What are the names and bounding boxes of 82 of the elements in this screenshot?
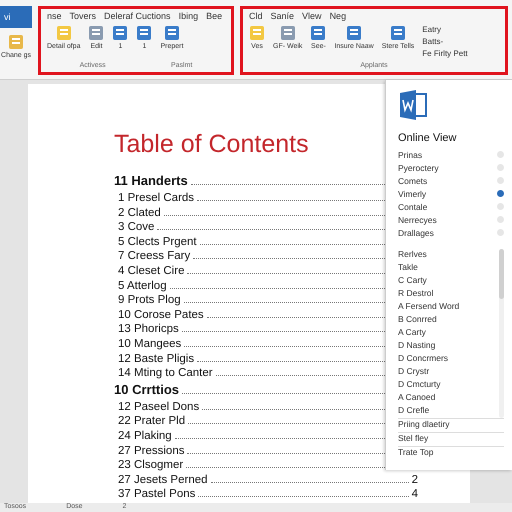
option-label: Contale	[398, 202, 428, 212]
option-label: Comets	[398, 176, 428, 186]
radio-button[interactable]	[497, 151, 504, 158]
toc-entry: 27 Jesets Perned	[118, 474, 208, 486]
document-icon	[310, 25, 326, 41]
ribbon-tab[interactable]: Cld	[249, 11, 263, 21]
toc-entry: 24 Plaking	[118, 430, 172, 442]
document-icon	[88, 25, 104, 41]
toc-entry: 27 Pressions	[118, 444, 184, 456]
list-item[interactable]: A Canoed	[398, 392, 495, 405]
radio-button[interactable]	[497, 216, 504, 223]
toc-entry: 37 Pastel Pons	[118, 488, 196, 500]
toc-entry: 4 Cleset Cire	[118, 264, 184, 277]
option-label: Vimerly	[398, 188, 426, 198]
toc-entry: 14 Mting to Canter	[118, 367, 213, 380]
radio-button[interactable]	[497, 229, 504, 236]
document-icon	[112, 25, 128, 41]
toc-entry: 10 Mangees	[118, 338, 182, 350]
ribbon-item[interactable]: Batts-	[422, 37, 468, 46]
document-icon	[56, 25, 72, 41]
toc-entry: 10 Crrttios	[114, 382, 180, 397]
ribbon-tab[interactable]: Vlew	[302, 11, 322, 21]
list-item[interactable]: Rerlves	[398, 249, 495, 262]
radio-button[interactable]	[497, 190, 504, 197]
list-item[interactable]: D Nasting	[398, 340, 495, 353]
toc-entry: 5 Atterlog	[118, 280, 167, 292]
panel-heading: Online View	[398, 132, 458, 144]
list-item[interactable]: C Carty	[398, 275, 495, 288]
radio-button[interactable]	[497, 177, 504, 184]
toc-entry: 11 Handerts	[114, 173, 188, 188]
page-number: 2	[412, 474, 418, 486]
toc-entry: 3 Cove	[118, 221, 154, 234]
radio-button[interactable]	[497, 203, 504, 210]
toc-entry: 23 Clsogmer	[118, 459, 184, 472]
file-tab[interactable]: vi	[0, 6, 32, 28]
ribbon-tab[interactable]: Saníe	[270, 11, 294, 21]
ribbon-tab[interactable]: Ibing	[178, 11, 198, 21]
toc-entry: 2 Clated	[118, 206, 161, 219]
toc-entry: 10 Corose Pates	[118, 308, 204, 321]
document-title: Table of Contents	[114, 130, 309, 159]
ribbon-tab[interactable]: Neg	[330, 11, 346, 21]
list-item[interactable]: D Concrmers	[398, 353, 495, 366]
document-icon	[280, 25, 296, 41]
page-number: 4	[412, 488, 418, 500]
scrollbar[interactable]	[499, 249, 504, 418]
panel-item[interactable]: Stel fley	[398, 432, 504, 446]
list-item[interactable]: R Destrol	[398, 288, 495, 301]
option-label: Prinas	[398, 150, 422, 160]
word-logo-icon	[398, 90, 428, 120]
toc-entry: 13 Phoricps	[118, 323, 179, 336]
list-item[interactable]: Takle	[398, 262, 495, 275]
ribbon-tab[interactable]: Bee	[206, 11, 222, 21]
ribbon-tab[interactable]: Tovers	[70, 11, 96, 21]
document-icon	[164, 25, 180, 41]
list-item[interactable]: D Crystr	[398, 366, 495, 379]
list-item[interactable]: A Carty	[398, 327, 495, 340]
ribbon-item[interactable]: Eatry	[422, 25, 468, 34]
document-icon	[249, 25, 265, 41]
ribbon-tab[interactable]: Deleraf Cuctions	[104, 11, 171, 21]
document-icon	[390, 25, 406, 41]
panel-item[interactable]: Priing dlaetiry	[398, 418, 504, 432]
option-label: Drallages	[398, 228, 434, 238]
toc-entry: 1 Presel Cards	[118, 192, 194, 204]
toc-entry: 9 Prots Plog	[118, 294, 181, 306]
toc-entry: 7 Creess Fary	[118, 250, 190, 262]
list-item[interactable]: D Cmcturty	[398, 379, 495, 392]
list-item[interactable]: B Conrred	[398, 314, 495, 327]
ribbon-tab[interactable]: nse	[47, 11, 62, 21]
toc-entry: 12 Baste Pligis	[118, 352, 194, 365]
document-icon	[346, 25, 362, 41]
option-label: Nerrecyes	[398, 214, 437, 224]
list-item[interactable]: D Crefle	[398, 405, 495, 418]
list-item[interactable]: A Fersend Word	[398, 301, 495, 314]
panel-item[interactable]: Trate Top	[398, 446, 504, 460]
toc-entry: 5 Clects Prgent	[118, 236, 197, 248]
radio-button[interactable]	[497, 164, 504, 171]
clipboard-icon	[8, 34, 24, 50]
option-label: Pyeroctery	[398, 162, 439, 172]
ribbon-item[interactable]: Fe Firlty Pett	[422, 49, 468, 58]
toc-entry: 22 Prater Pld	[118, 415, 186, 428]
toc-entry: 12 Paseel Dons	[118, 400, 200, 413]
document-icon	[136, 25, 152, 41]
